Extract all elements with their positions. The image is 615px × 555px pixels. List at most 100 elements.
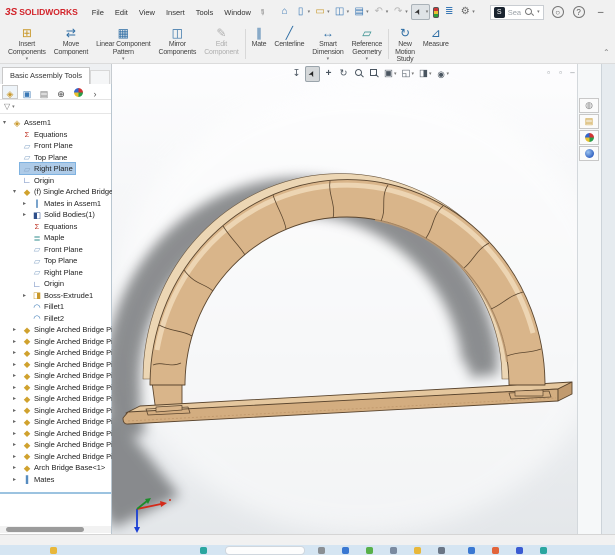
taskbar-app-icon[interactable] — [492, 547, 499, 554]
tree-item[interactable]: Single Arched Bridge Piece — [0, 324, 111, 336]
ribbon-button[interactable]: Mirror Components ▾ — [155, 26, 201, 56]
view-tool-button[interactable]: ▾ — [352, 67, 365, 81]
tree-item-content[interactable]: Single Arched Bridge Piece — [20, 393, 127, 404]
tree-item-content[interactable]: Top Plane — [30, 255, 79, 266]
tree-item-content[interactable]: Mates — [20, 474, 56, 485]
tree-item[interactable]: Equations — [0, 129, 111, 141]
expander-icon[interactable] — [23, 211, 30, 218]
tree-item-content[interactable]: Origin — [30, 278, 66, 289]
chevron-down-icon[interactable]: ▾ — [405, 9, 408, 15]
tree-item-content[interactable]: Single Arched Bridge Piece — [20, 405, 127, 416]
quick-access-button[interactable]: ▾ — [442, 5, 456, 19]
tree-item-content[interactable]: Single Arched Bridge Piece — [20, 451, 127, 462]
tree-item-content[interactable]: Single Arched Bridge Piece — [20, 347, 127, 358]
ribbon-button[interactable]: Reference Geometry ▾ — [348, 26, 387, 62]
taskbar-app-icon[interactable] — [200, 547, 207, 554]
tree-item[interactable]: Equations — [0, 221, 111, 233]
search-input[interactable]: Sea — [508, 8, 521, 17]
menu-item[interactable]: Tools — [196, 8, 214, 17]
taskbar-app-icon[interactable] — [540, 547, 547, 554]
menu-item[interactable]: File — [92, 8, 104, 17]
task-pane-tab[interactable] — [579, 130, 599, 145]
expander-icon[interactable] — [13, 372, 20, 379]
quick-access-button[interactable]: ▾ — [294, 5, 312, 19]
taskbar-app-icon[interactable] — [438, 547, 445, 554]
tree-item[interactable]: Origin — [0, 278, 111, 290]
expander-icon[interactable] — [13, 441, 20, 448]
expander-icon[interactable] — [13, 338, 20, 345]
chevron-up-icon[interactable]: ⌃ — [603, 48, 610, 57]
tree-item-content[interactable]: Boss-Extrude1 — [30, 290, 95, 301]
menu-item[interactable]: Window — [224, 8, 251, 17]
help-icon[interactable]: ? — [573, 6, 585, 18]
taskbar-app-icon[interactable] — [366, 547, 373, 554]
tree-item-content[interactable]: Origin — [20, 175, 56, 186]
task-pane-tab[interactable] — [579, 114, 599, 129]
ribbon-button[interactable]: New Motion Study ▾ — [391, 26, 419, 64]
manager-tab[interactable] — [36, 85, 52, 99]
ribbon-button[interactable]: Edit Component ▾ — [200, 26, 242, 56]
ribbon-button[interactable]: Mate ▾ — [248, 26, 271, 49]
taskbar-app-icon[interactable] — [468, 547, 475, 554]
tree-item[interactable]: Assem1 — [0, 117, 111, 129]
expander-icon[interactable] — [13, 384, 20, 391]
taskbar-app-icon[interactable] — [414, 547, 421, 554]
tree-item-content[interactable]: Right Plane — [20, 163, 75, 174]
chevron-down-icon[interactable]: ▾ — [308, 9, 311, 15]
chevron-down-icon[interactable]: ▾ — [366, 9, 369, 15]
document-window-control[interactable]: ▫ — [544, 68, 553, 77]
expander-icon[interactable] — [13, 188, 20, 195]
minimize-button[interactable]: – — [594, 7, 608, 18]
pin-icon[interactable]: ✎ — [257, 6, 268, 17]
tree-item[interactable]: Origin — [0, 175, 111, 187]
expander-icon[interactable] — [13, 418, 20, 425]
chevron-down-icon[interactable]: ▾ — [12, 104, 15, 110]
tab-stub[interactable] — [90, 70, 110, 84]
tree-item-content[interactable]: Single Arched Bridge Piece — [20, 439, 127, 450]
tree-item[interactable]: Right Plane — [0, 163, 111, 175]
tree-item-content[interactable]: Front Plane — [20, 140, 75, 151]
tree-item-content[interactable]: Top Plane — [20, 152, 69, 163]
chevron-down-icon[interactable]: ▾ — [366, 57, 369, 62]
ribbon-button[interactable]: Move Component ▾ — [50, 26, 92, 56]
scrollbar-thumb[interactable] — [6, 527, 84, 532]
taskbar-app-icon[interactable] — [342, 547, 349, 554]
tree-item[interactable]: Single Arched Bridge Piece — [0, 347, 111, 359]
tree-item-content[interactable]: Single Arched Bridge Piece — [20, 336, 127, 347]
chevron-down-icon[interactable]: ▾ — [26, 57, 29, 62]
tree-item[interactable]: Single Arched Bridge Piece — [0, 370, 111, 382]
tree-item-content[interactable]: Maple — [30, 232, 66, 243]
chevron-down-icon[interactable]: ▾ — [386, 9, 389, 15]
quick-access-button[interactable]: ▾ — [352, 5, 370, 19]
tree-item-content[interactable]: Single Arched Bridge Piece — [20, 324, 127, 335]
tree-item-content[interactable]: Solid Bodies(1) — [30, 209, 97, 220]
chevron-down-icon[interactable]: ▾ — [394, 71, 397, 77]
manager-tab[interactable] — [53, 85, 69, 99]
manager-tab[interactable] — [19, 85, 35, 99]
chevron-down-icon[interactable]: ▾ — [447, 71, 450, 77]
tree-item[interactable]: Mates in Assem1 — [0, 198, 111, 210]
filter-funnel-icon[interactable]: ▽ — [4, 102, 10, 111]
taskbar-app-icon[interactable] — [516, 547, 523, 554]
chevron-down-icon[interactable]: ▾ — [122, 57, 125, 62]
tree-item[interactable]: Single Arched Bridge Piece — [0, 428, 111, 440]
tree-item[interactable]: Front Plane — [0, 140, 111, 152]
task-pane-tab[interactable] — [579, 146, 599, 161]
tree-item[interactable]: Maple — [0, 232, 111, 244]
tree-item-content[interactable]: Equations — [20, 129, 69, 140]
expander-icon[interactable] — [13, 395, 20, 402]
tree-item[interactable]: Single Arched Bridge Piece — [0, 359, 111, 371]
tree-item[interactable]: Single Arched Bridge Piece — [0, 416, 111, 428]
ribbon-button[interactable]: Linear Component Pattern ▾ — [92, 26, 154, 62]
expander-icon[interactable] — [13, 326, 20, 333]
manager-tab[interactable] — [87, 85, 103, 99]
tree-item[interactable]: Arch Bridge Base<1> — [0, 462, 111, 474]
panel-splitter[interactable] — [0, 492, 111, 494]
view-tool-button[interactable]: ▾ — [382, 67, 398, 81]
tree-item-content[interactable]: Fillet1 — [30, 301, 66, 312]
tree-item[interactable]: Solid Bodies(1) — [0, 209, 111, 221]
tree-item[interactable]: Single Arched Bridge Piece — [0, 382, 111, 394]
chevron-down-icon[interactable]: ▾ — [347, 9, 350, 15]
tree-item[interactable]: Fillet1 — [0, 301, 111, 313]
expander-icon[interactable] — [13, 476, 20, 483]
